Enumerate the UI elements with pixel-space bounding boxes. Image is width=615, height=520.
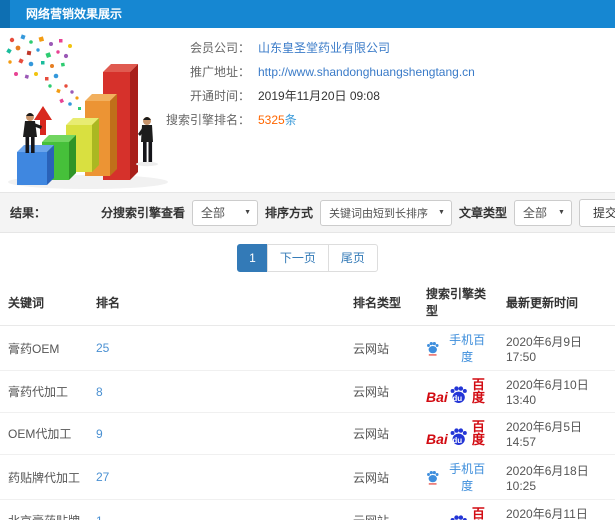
article-type-select[interactable]: 全部 ▼ <box>513 199 572 226</box>
rank-count: 5325 <box>258 113 285 127</box>
engine-rank-label: 搜索引擎排名： <box>165 113 250 127</box>
rank-type-cell: 云网站 <box>353 470 390 485</box>
mobile-baidu-badge: 手机百度 <box>426 460 490 494</box>
rank-type-cell: 云网站 <box>353 385 390 399</box>
updated-cell: 2020年6月11日 11:18 <box>506 507 588 520</box>
keyword-cell: 膏药代加工 <box>8 385 69 399</box>
rank-link[interactable]: 9 <box>96 427 103 441</box>
rank-type-cell: 云网站 <box>345 500 418 520</box>
company-label: 会员公司： <box>189 41 250 55</box>
table-row: 膏药代加工 8 云网站 Bai du 百度 2020年6月10日 13:40 <box>0 371 615 413</box>
baidu-paw-icon <box>450 515 467 520</box>
rank-link[interactable]: 27 <box>96 470 109 484</box>
engine-filter-label: 分搜索引擎查看 <box>101 206 186 220</box>
table-header-row: 关键词 排名 排名类型 搜索引擎类型 最新更新时间 <box>0 279 615 326</box>
rank-link[interactable]: 25 <box>96 341 109 355</box>
col-engine-type: 搜索引擎类型 <box>426 287 487 318</box>
bar-blue <box>17 145 54 185</box>
baidu-paw-icon <box>427 341 439 356</box>
rank-link[interactable]: 1 <box>96 514 103 520</box>
company-row: 会员公司： 山东皇圣堂药业有限公司 <box>150 40 475 57</box>
account-info: 会员公司： 山东皇圣堂药业有限公司 推广地址： http://www.shandon… <box>150 40 475 136</box>
rank-link[interactable]: 8 <box>96 385 103 399</box>
last-page-button[interactable]: 尾页 <box>327 244 378 272</box>
table-row: OEM代加工 9 云网站 Bai du 百度 2020年6月5日 14:57 <box>0 413 615 455</box>
chevron-down-icon: ▼ <box>438 209 445 216</box>
updated-cell: 2020年6月18日 10:25 <box>506 463 589 493</box>
sort-label: 排序方式 <box>265 206 314 220</box>
chevron-down-icon: ▼ <box>558 209 565 216</box>
engine-filter-select[interactable]: 全部 ▼ <box>192 199 259 226</box>
filter-controls: 分搜索引擎查看 全部 ▼ 排序方式 关键词由短到长排序 ▼ 文章类型 全部 ▼ … <box>101 198 615 227</box>
col-keyword: 关键词 <box>8 295 45 310</box>
baidu-logo: Baidu百度 <box>426 419 485 447</box>
up-arrow <box>34 106 52 135</box>
article-type-value: 全部 <box>522 206 547 220</box>
next-page-button[interactable]: 下一页 <box>266 244 329 272</box>
baidu-logo: Baidu百度 <box>426 507 490 520</box>
rank-unit: 条 <box>284 113 297 127</box>
submit-button[interactable]: 提交 <box>578 198 615 227</box>
article-type-label: 文章类型 <box>458 206 507 220</box>
promo-url-link[interactable]: http://www.shandonghuangshengtang.cn <box>258 65 475 79</box>
rank-type-cell: 云网站 <box>353 341 390 356</box>
table-row: 膏药OEM 25 云网站 手机百度 2020年6月9日 17:50 <box>0 326 615 371</box>
page-title: 网络营销效果展示 <box>26 7 123 21</box>
confetti-dots <box>6 34 81 110</box>
pagination: 1 下一页 尾页 <box>0 244 615 272</box>
open-time-label: 开通时间： <box>189 89 250 103</box>
keyword-ranking-table: 关键词 排名 排名类型 搜索引擎类型 最新更新时间 膏药OEM 25 云网站 手… <box>0 279 615 520</box>
col-rank-type: 排名类型 <box>353 295 402 310</box>
page-1-button[interactable]: 1 <box>237 244 268 272</box>
table-row: 北京膏药贴牌 1 云网站 Baidu百度 2020年6月11日 11:18 <box>0 500 615 520</box>
promo-url-row: 推广地址： http://www.shandonghuangshengtang.c… <box>150 64 475 81</box>
mobile-baidu-badge: 手机百度 <box>426 331 490 365</box>
baidu-paw-icon <box>427 470 439 485</box>
result-label: 结果： <box>10 206 47 220</box>
table-row: 药贴牌代加工 27 云网站 手机百度 2020年6月18日 10:25 <box>0 455 615 500</box>
updated-cell: 2020年6月10日 13:40 <box>506 378 589 407</box>
sort-select[interactable]: 关键词由短到长排序 ▼ <box>320 199 452 226</box>
updated-cell: 2020年6月9日 17:50 <box>506 334 583 364</box>
open-time-value: 2019年11月20日 09:08 <box>258 89 380 103</box>
baidu-logo: Baidu百度 <box>426 377 485 405</box>
open-time-row: 开通时间： 2019年11月20日 09:08 <box>150 88 475 105</box>
col-rank: 排名 <box>96 295 121 310</box>
app-header: 网络营销效果展示 <box>0 0 615 28</box>
keyword-cell: 药贴牌代加工 <box>8 470 81 485</box>
keyword-cell: 膏药OEM <box>8 341 60 356</box>
header-accent <box>0 0 10 28</box>
hero-section: 会员公司： 山东皇圣堂药业有限公司 推广地址： http://www.shandon… <box>0 28 615 192</box>
col-updated: 最新更新时间 <box>506 295 579 310</box>
keyword-cell: OEM代加工 <box>8 427 72 441</box>
chevron-down-icon: ▼ <box>244 209 252 216</box>
sort-value: 关键词由短到长排序 <box>329 207 429 220</box>
engine-rank-row: 搜索引擎排名： 5325条 <box>150 112 475 129</box>
company-link[interactable]: 山东皇圣堂药业有限公司 <box>258 41 390 55</box>
filter-bar: 结果： 分搜索引擎查看 全部 ▼ 排序方式 关键词由短到长排序 ▼ 文章类型 全… <box>0 192 615 233</box>
updated-cell: 2020年6月5日 14:57 <box>506 420 583 449</box>
promo-url-label: 推广地址： <box>189 65 250 79</box>
rank-type-cell: 云网站 <box>353 427 390 441</box>
keyword-cell: 北京膏药贴牌 <box>0 500 88 520</box>
engine-filter-value: 全部 <box>201 206 226 220</box>
